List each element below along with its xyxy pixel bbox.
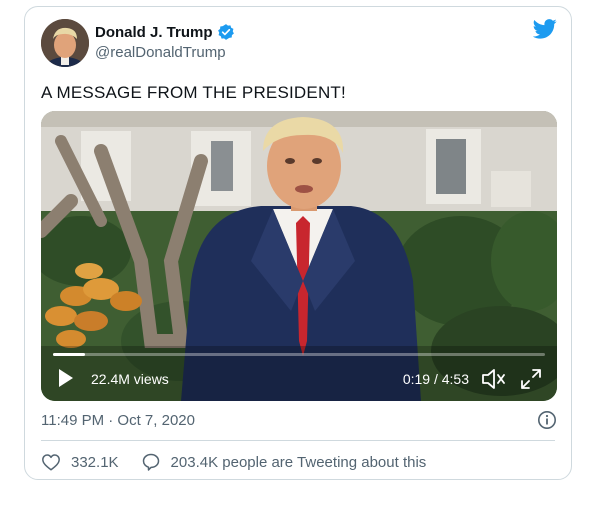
- video-player[interactable]: 22.4M views 0:19 / 4:53: [41, 111, 557, 401]
- tweeting-about-text: 203.4K people are Tweeting about this: [170, 453, 427, 471]
- volume-icon[interactable]: [481, 367, 507, 396]
- play-icon[interactable]: [57, 368, 75, 393]
- like-count: 332.1K: [71, 453, 119, 471]
- video-time: 0:19 / 4:53: [402, 371, 469, 387]
- author-display-name[interactable]: Donald J. Trump: [95, 24, 213, 41]
- verified-badge-icon: [217, 23, 235, 41]
- tweet-text: A MESSAGE FROM THE PRESIDENT!: [41, 83, 346, 102]
- tweet-timestamp[interactable]: 11:49 PM · Oct 7, 2020: [41, 412, 195, 429]
- video-progress-fill: [53, 353, 85, 356]
- twitter-bird-icon[interactable]: [532, 19, 557, 44]
- like-button[interactable]: 332.1K: [41, 453, 119, 471]
- divider: [41, 440, 555, 441]
- video-progress-bar[interactable]: [53, 353, 545, 356]
- author-handle[interactable]: @realDonaldTrump: [95, 44, 226, 61]
- heart-icon: [42, 454, 60, 471]
- tweet-card[interactable]: Donald J. Trump @realDonaldTrump A MESSA…: [24, 6, 572, 480]
- info-icon[interactable]: [537, 410, 557, 435]
- video-view-count: 22.4M views: [91, 371, 169, 387]
- fullscreen-icon[interactable]: [519, 367, 543, 396]
- tweeting-about-link[interactable]: 203.4K people are Tweeting about this: [141, 452, 427, 472]
- speech-bubble-icon: [142, 453, 159, 471]
- video-frame: [41, 111, 557, 401]
- avatar[interactable]: [41, 19, 89, 67]
